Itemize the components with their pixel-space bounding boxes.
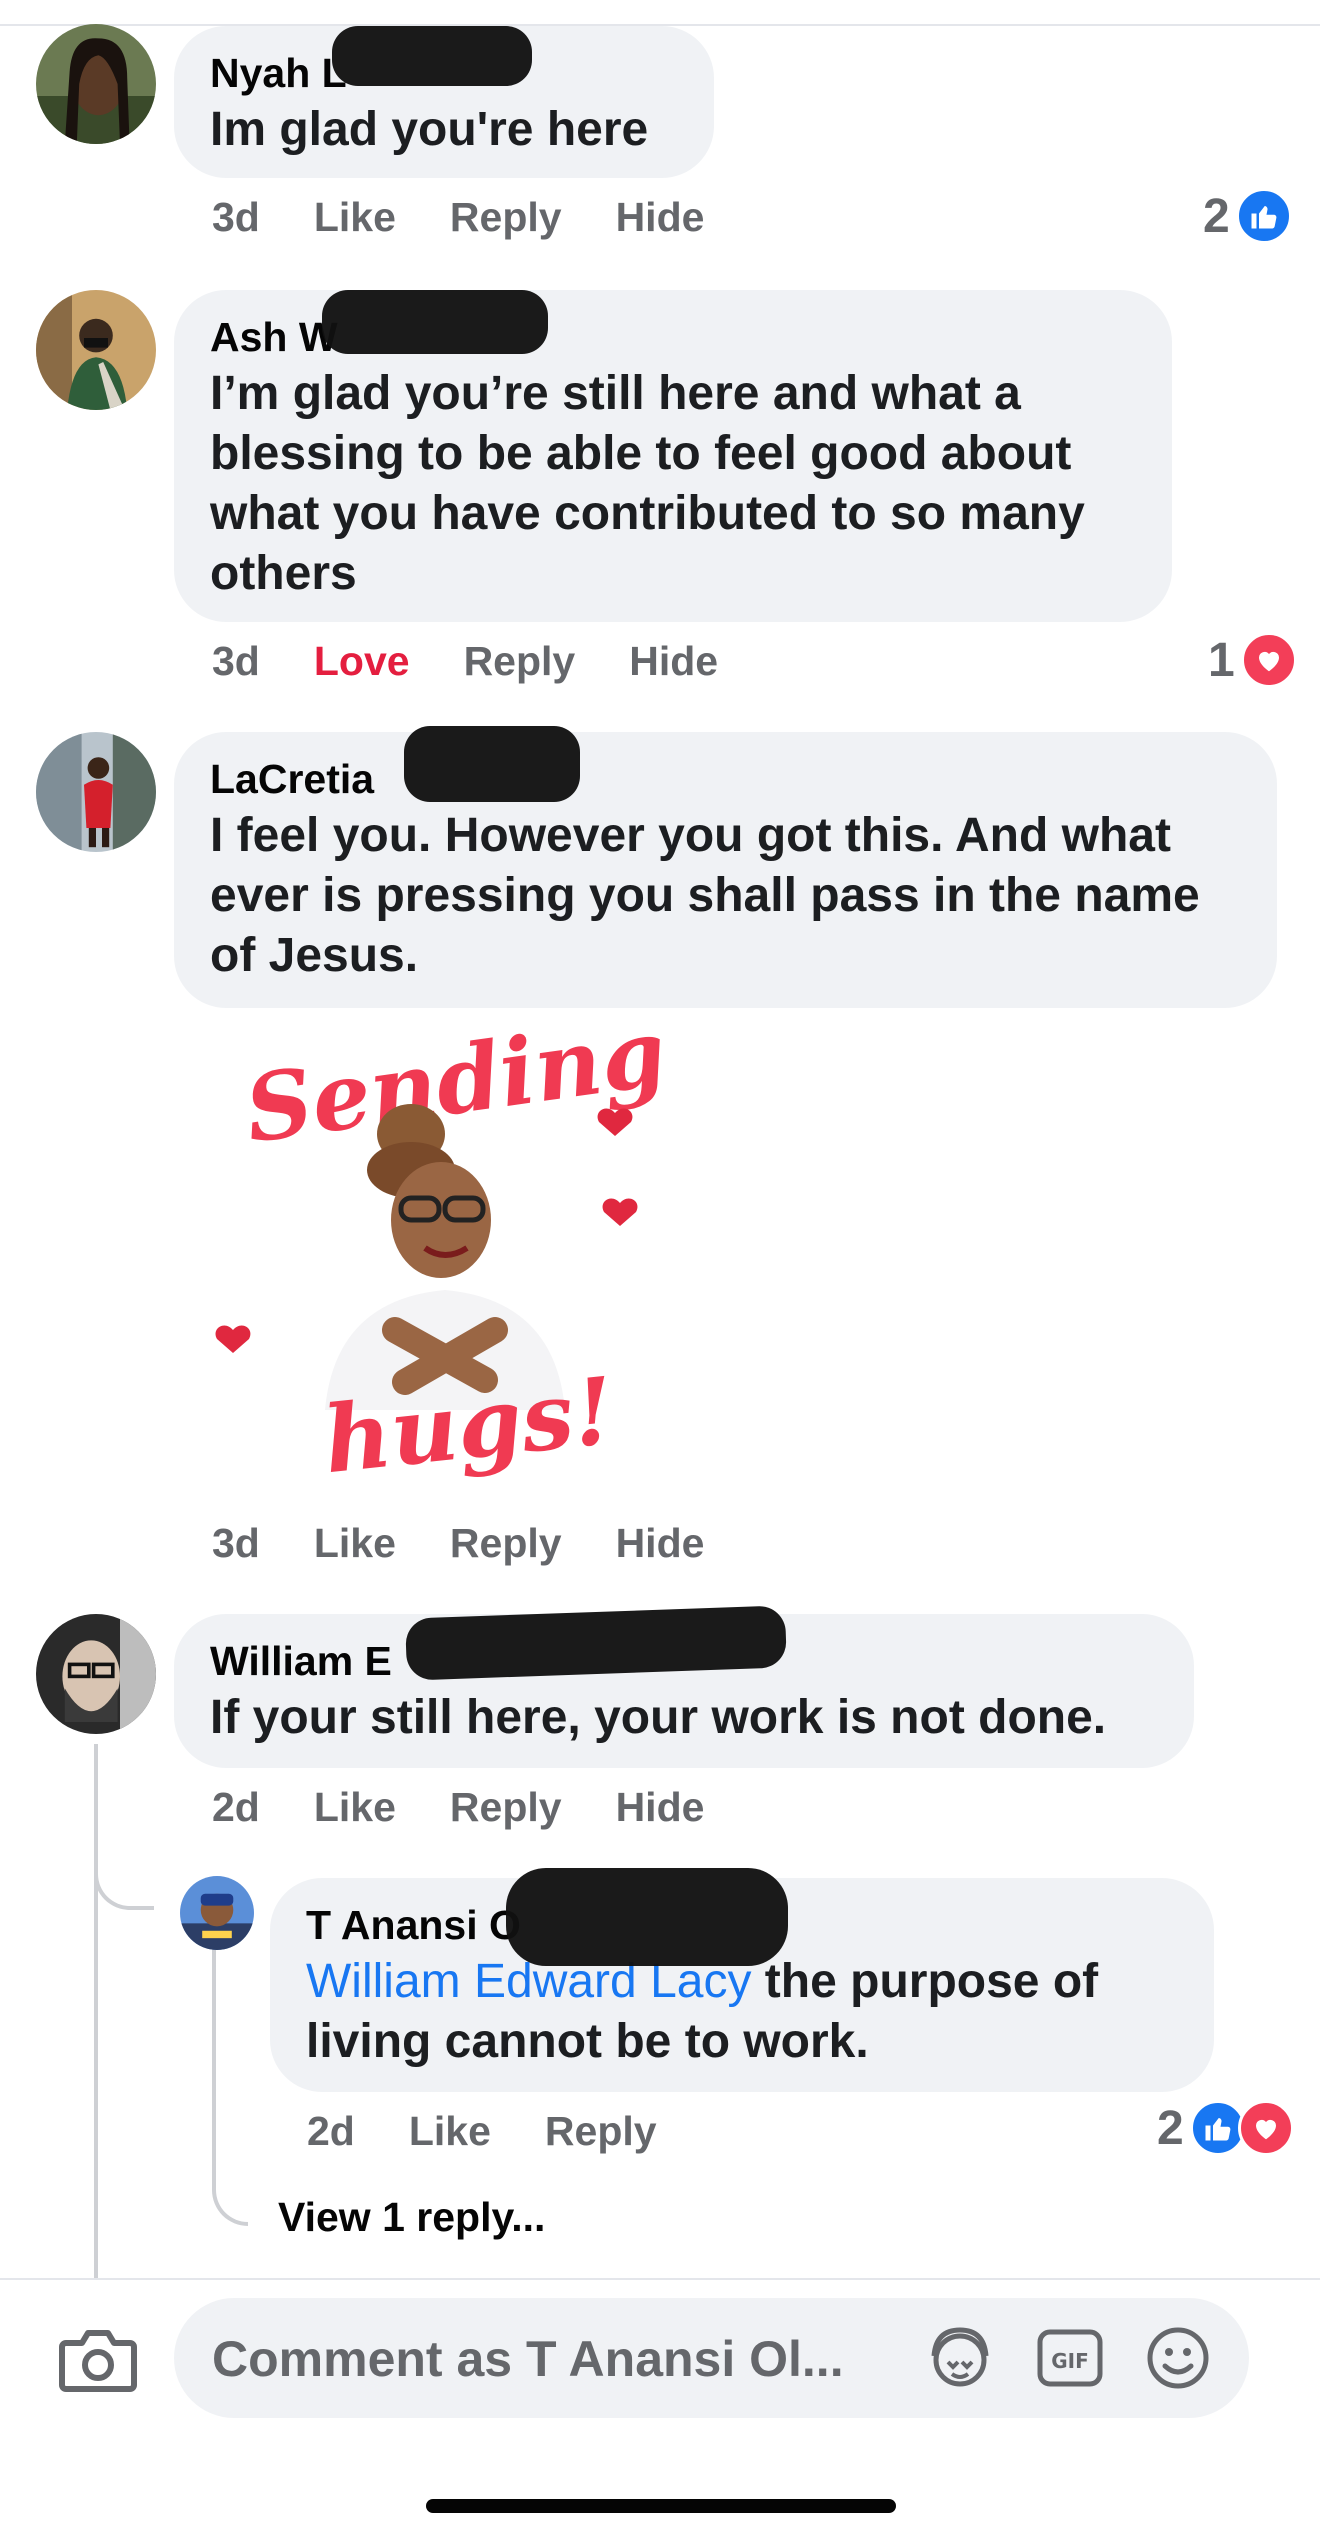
sticker-top-text: Sending	[239, 1010, 665, 1164]
reaction-summary[interactable]: 1	[1208, 632, 1297, 688]
like-button[interactable]: Like	[409, 2108, 491, 2155]
heart-icon	[215, 1325, 251, 1353]
redaction-mark	[405, 1605, 787, 1681]
reply-bubble[interactable]: T Anansi O William Edward Lacy the purpo…	[270, 1868, 1214, 2092]
comment-time: 2d	[212, 1784, 260, 1830]
hide-button[interactable]: Hide	[616, 1520, 705, 1567]
thread-connector	[94, 1860, 154, 1910]
hide-button[interactable]: Hide	[616, 194, 705, 241]
love-reaction-button[interactable]: Love	[314, 638, 410, 685]
reaction-summary[interactable]: 2	[1203, 188, 1292, 244]
love-icon	[1237, 2100, 1294, 2156]
reply-button[interactable]: Reply	[464, 638, 576, 685]
reaction-count: 2	[1157, 2101, 1184, 2155]
comment-bubble[interactable]: Ash W I’m glad you’re still here and wha…	[174, 290, 1172, 622]
gif-icon[interactable]: GIF	[1034, 2322, 1106, 2394]
love-icon	[1240, 632, 1297, 688]
reply-time: 2d	[307, 2108, 355, 2154]
avatar-ash[interactable]	[36, 290, 156, 410]
comment-time: 3d	[212, 1520, 260, 1566]
avatar-t-anansi[interactable]	[180, 1876, 254, 1950]
hide-button[interactable]: Hide	[629, 638, 718, 685]
comment-bubble[interactable]: William E If your still here, your work …	[174, 1605, 1194, 1768]
comment-text: If your still here, your work is not don…	[210, 1691, 1107, 1744]
reaction-count: 1	[1208, 633, 1235, 687]
reply-actions: 2d Like Reply	[307, 2108, 657, 2155]
camera-icon[interactable]	[58, 2325, 138, 2395]
like-icon	[1235, 188, 1292, 244]
avatar-nyah[interactable]	[36, 24, 156, 144]
heart-icon	[602, 1198, 638, 1226]
reaction-summary[interactable]: 2	[1157, 2100, 1294, 2156]
comment-text: I feel you. However you got this. And wh…	[210, 809, 1200, 982]
comment-author[interactable]: LaCretia	[210, 752, 1241, 806]
reply-thread-connector	[212, 1940, 248, 2226]
like-button[interactable]: Like	[314, 1784, 396, 1831]
view-replies-link[interactable]: View 1 reply...	[278, 2194, 545, 2241]
comment-input[interactable]: Comment as T Anansi Ol... GIF	[174, 2298, 1249, 2418]
avatar-sticker-icon[interactable]	[924, 2322, 996, 2394]
reply-button[interactable]: Reply	[450, 194, 562, 241]
comment-bubble[interactable]: Nyah L Im glad you're here	[174, 26, 714, 178]
like-button[interactable]: Like	[314, 1520, 396, 1567]
gif-label: GIF	[1051, 2349, 1089, 2373]
comment-placeholder: Comment as T Anansi Ol...	[212, 2331, 844, 2387]
comment-actions: 2d Like Reply Hide	[212, 1784, 704, 1831]
comment-time: 3d	[212, 638, 260, 684]
reply-button[interactable]: Reply	[450, 1520, 562, 1567]
sending-hugs-sticker[interactable]: Sending hugs!	[205, 998, 672, 1500]
comment-bubble[interactable]: LaCretia I feel you. However you got thi…	[174, 726, 1277, 1008]
comment-text: I’m glad you’re still here and what a bl…	[210, 367, 1085, 600]
reaction-count: 2	[1203, 189, 1230, 243]
hide-button[interactable]: Hide	[616, 1784, 705, 1831]
redaction-mark	[404, 726, 580, 802]
reply-button[interactable]: Reply	[545, 2108, 657, 2155]
reply-button[interactable]: Reply	[450, 1784, 562, 1831]
home-indicator[interactable]	[426, 2499, 896, 2513]
like-button[interactable]: Like	[314, 194, 396, 241]
redaction-mark	[332, 26, 532, 86]
redaction-mark	[506, 1868, 788, 1966]
comment-actions: 3d Love Reply Hide	[212, 638, 718, 685]
avatar-lacretia[interactable]	[36, 732, 156, 852]
avatar-william[interactable]	[36, 1614, 156, 1734]
emoji-icon[interactable]	[1142, 2322, 1214, 2394]
comment-text: Im glad you're here	[210, 103, 649, 156]
comment-actions: 3d Like Reply Hide	[212, 194, 704, 241]
thread-line	[94, 1744, 98, 2278]
redaction-mark	[322, 290, 548, 354]
comment-time: 3d	[212, 194, 260, 240]
comment-actions: 3d Like Reply Hide	[212, 1520, 704, 1567]
